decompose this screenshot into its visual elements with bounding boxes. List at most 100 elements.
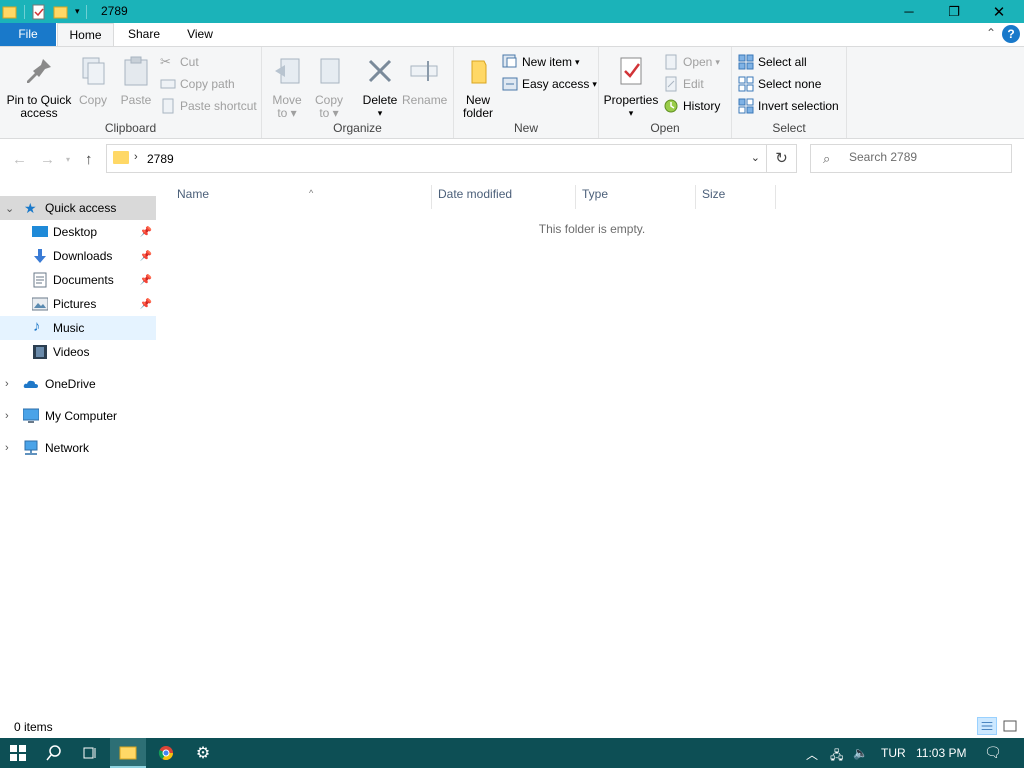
chrome-taskbar-button[interactable] — [148, 738, 184, 768]
collapse-ribbon-icon[interactable]: ⌃ — [986, 26, 996, 40]
file-explorer-taskbar-button[interactable] — [110, 738, 146, 768]
select-all-button[interactable]: Select all — [738, 52, 807, 72]
forward-arrow-icon[interactable]: → — [40, 151, 55, 168]
minimize-button[interactable]: ─ — [886, 0, 932, 23]
copy-to-label-line2: to ▾ — [319, 106, 339, 120]
rename-button[interactable]: Rename — [402, 51, 447, 107]
sidebar-item-network[interactable]: › Network — [0, 436, 156, 460]
column-header-size[interactable]: Size — [696, 185, 776, 209]
invert-selection-label: Invert selection — [758, 99, 839, 113]
sidebar-item-desktop[interactable]: Desktop 📌 — [0, 220, 156, 244]
invert-selection-icon — [738, 98, 754, 114]
up-arrow-icon[interactable]: ↑ — [85, 151, 93, 168]
properties-dropdown-icon: ▾ — [628, 108, 634, 118]
edit-button[interactable]: Edit — [663, 74, 704, 94]
star-icon: ★ — [24, 200, 37, 216]
sidebar-item-pictures[interactable]: Pictures 📌 — [0, 292, 156, 316]
paste-icon — [124, 56, 148, 86]
address-dropdown-icon[interactable]: ⌄ — [751, 151, 760, 164]
volume-icon[interactable]: 🔈 — [853, 746, 868, 760]
refresh-icon: ↻ — [775, 150, 788, 167]
ribbon: Pin to Quick access Copy Paste ✂ Cut Copy… — [0, 46, 1024, 139]
chevron-right-icon[interactable]: › — [5, 442, 9, 454]
tab-file[interactable]: File — [0, 23, 56, 46]
chevron-right-icon[interactable]: › — [5, 378, 9, 390]
column-header-date-modified[interactable]: Date modified — [432, 185, 576, 209]
delete-label: Delete — [362, 93, 398, 107]
refresh-button[interactable]: ↻ — [767, 144, 797, 173]
sort-ascending-icon: ^ — [309, 188, 314, 198]
settings-taskbar-button[interactable]: ⚙ — [185, 738, 221, 768]
history-label: History — [683, 99, 721, 113]
chevron-down-icon[interactable]: ⌄ — [5, 202, 14, 215]
recent-locations-icon[interactable]: ▾ — [66, 155, 70, 164]
breadcrumb[interactable]: 2789 — [147, 152, 174, 166]
new-item-button[interactable]: New item ▾ — [502, 52, 580, 72]
group-organize: Move to ▾ Copy to ▾ Delete ▾ Rename Orga… — [262, 47, 454, 138]
help-icon[interactable]: ? — [1002, 25, 1020, 43]
pin-to-quick-access-button[interactable]: Pin to Quick access — [4, 51, 74, 120]
column-header-type[interactable]: Type — [576, 185, 696, 209]
properties-button[interactable]: Properties ▾ — [603, 51, 659, 120]
edit-label: Edit — [683, 77, 704, 91]
sidebar-item-onedrive[interactable]: › OneDrive — [0, 372, 156, 396]
properties-icon[interactable] — [31, 4, 47, 20]
pin-icon[interactable]: 📌 — [140, 251, 152, 262]
sidebar-item-my-computer[interactable]: › My Computer — [0, 404, 156, 428]
search-box[interactable]: ⌕ — [810, 144, 1012, 173]
copy-label: Copy — [78, 93, 107, 107]
invert-selection-button[interactable]: Invert selection — [738, 96, 839, 116]
search-button[interactable] — [36, 738, 72, 768]
minimize-icon: ─ — [904, 4, 914, 19]
qat-dropdown-icon[interactable]: ▾ — [75, 6, 80, 17]
copy-to-button[interactable]: Copy to ▾ — [310, 51, 348, 120]
clock[interactable]: 11:03 PM — [916, 746, 966, 760]
show-hidden-icons-icon[interactable]: ︿ — [806, 746, 818, 763]
nav-quick-access[interactable]: ⌄ ★ Quick access — [0, 196, 156, 220]
delete-button[interactable]: Delete ▾ — [360, 51, 400, 120]
move-to-button[interactable]: Move to ▾ — [268, 51, 306, 120]
new-folder-button[interactable]: New folder — [460, 51, 496, 120]
back-arrow-icon[interactable]: ← — [12, 151, 27, 168]
sidebar-item-documents[interactable]: Documents 📌 — [0, 268, 156, 292]
paste-shortcut-button[interactable]: Paste shortcut — [160, 96, 257, 116]
search-input[interactable] — [849, 150, 999, 164]
sidebar-item-downloads[interactable]: Downloads 📌 — [0, 244, 156, 268]
sidebar-item-label: Pictures — [53, 297, 97, 311]
copy-button[interactable]: Copy — [76, 51, 110, 107]
pin-icon[interactable]: 📌 — [140, 227, 152, 238]
new-folder-icon[interactable] — [53, 4, 69, 20]
history-button[interactable]: History — [663, 96, 720, 116]
file-list[interactable]: ^ Name Date modified Type Size This fold… — [157, 179, 1024, 714]
properties-label: Properties — [603, 93, 659, 107]
address-bar[interactable]: › 2789 ⌄ — [106, 144, 767, 173]
start-button[interactable] — [0, 738, 36, 768]
tab-share[interactable]: Share — [118, 23, 170, 46]
pin-icon[interactable]: 📌 — [140, 299, 152, 310]
close-button[interactable]: ✕ — [976, 0, 1022, 23]
network-status-icon[interactable]: 🖧 — [830, 746, 843, 767]
large-icons-view-icon[interactable] — [1000, 717, 1020, 735]
paste-button[interactable]: Paste — [118, 51, 154, 107]
pin-icon[interactable]: 📌 — [140, 275, 152, 286]
sidebar-item-music[interactable]: ♪ Music — [0, 316, 156, 340]
maximize-button[interactable]: ❐ — [931, 0, 977, 23]
copy-path-button[interactable]: Copy path — [160, 74, 235, 94]
cut-label: Cut — [180, 55, 199, 69]
chevron-right-icon[interactable]: › — [5, 410, 9, 422]
details-view-icon[interactable] — [977, 717, 997, 735]
select-none-button[interactable]: Select none — [738, 74, 821, 94]
tab-home[interactable]: Home — [57, 23, 114, 47]
column-header-name[interactable]: ^ Name — [171, 185, 432, 209]
sidebar-item-videos[interactable]: Videos — [0, 340, 156, 364]
action-center-icon[interactable]: 🗨 — [984, 744, 1002, 761]
easy-access-button[interactable]: Easy access ▾ — [502, 74, 597, 94]
tab-view[interactable]: View — [176, 23, 224, 46]
cut-button[interactable]: ✂ Cut — [160, 52, 199, 72]
breadcrumb-chevron-icon[interactable]: › — [134, 151, 138, 163]
task-view-button[interactable] — [72, 738, 108, 768]
language-indicator[interactable]: TUR — [881, 746, 906, 760]
open-button[interactable]: Open ▾ — [663, 52, 720, 72]
my-computer-label: My Computer — [45, 409, 118, 423]
group-new: New folder New item ▾ Easy access ▾ New — [454, 47, 599, 138]
